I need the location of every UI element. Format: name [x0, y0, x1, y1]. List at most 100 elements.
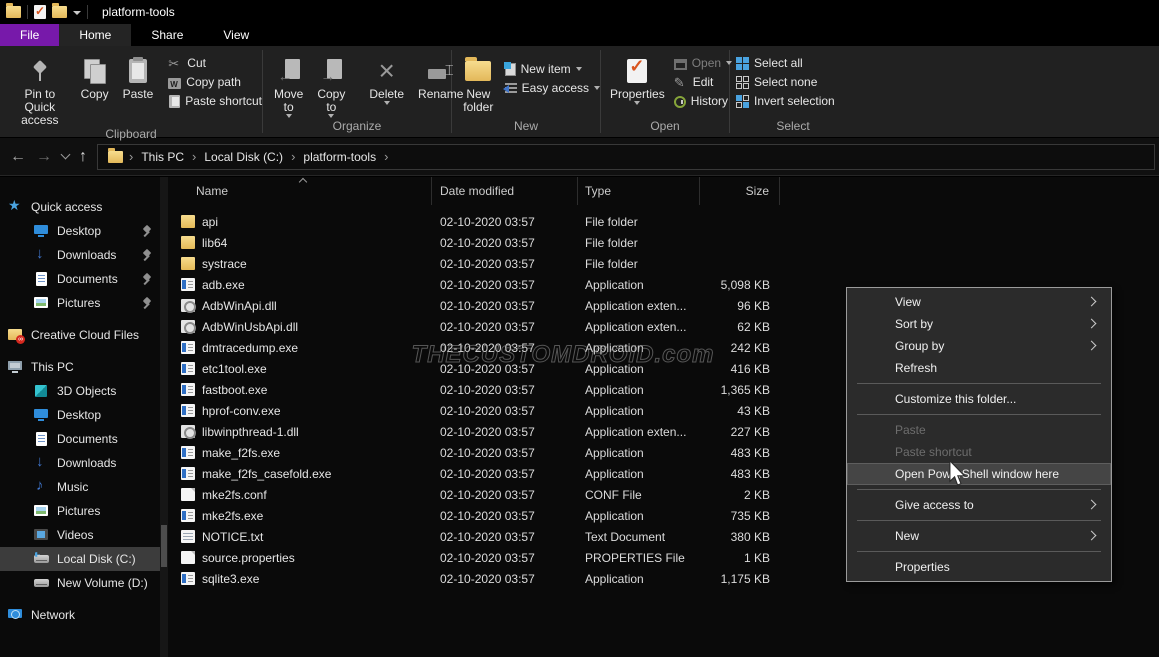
- history-button[interactable]: History: [674, 94, 732, 108]
- sidebar-item-desktop[interactable]: Desktop: [0, 219, 160, 243]
- forward-icon[interactable]: →: [36, 148, 52, 166]
- paste-button[interactable]: Paste: [118, 54, 159, 101]
- new-item-button[interactable]: New item: [505, 62, 600, 76]
- file-name: lib64: [202, 236, 227, 250]
- file-icon: [181, 551, 195, 564]
- select-none-button[interactable]: Select none: [736, 75, 835, 89]
- up-icon[interactable]: ↑: [79, 148, 87, 166]
- menu-item-new[interactable]: New: [847, 525, 1111, 547]
- mouse-cursor: [948, 460, 966, 490]
- move-to-icon: [278, 59, 300, 83]
- address-bar[interactable]: › This PC › Local Disk (C:) › platform-t…: [97, 144, 1155, 170]
- edit-icon: [674, 75, 688, 89]
- label: This PC: [31, 360, 74, 374]
- sidebar-item-downloads-pc[interactable]: Downloads: [0, 451, 160, 475]
- tab-file[interactable]: File: [0, 24, 59, 46]
- table-row[interactable]: systrace02-10-2020 03:57File folder: [168, 253, 1159, 274]
- new-folder-button[interactable]: New folder: [458, 54, 499, 114]
- menu-item-sort-by[interactable]: Sort by: [847, 313, 1111, 335]
- open-button[interactable]: Open: [674, 56, 732, 70]
- qat-dropdown-icon[interactable]: [73, 11, 81, 15]
- sidebar-item-pictures-pc[interactable]: Pictures: [0, 499, 160, 523]
- properties-button[interactable]: Properties: [605, 54, 670, 105]
- sidebar-item-quick-access[interactable]: Quick access: [0, 195, 160, 219]
- table-row[interactable]: api02-10-2020 03:57File folder: [168, 211, 1159, 232]
- column-header-size[interactable]: Size: [700, 177, 780, 205]
- sidebar-item-creative-cloud[interactable]: Creative Cloud Files: [0, 323, 160, 347]
- move-to-button[interactable]: Move to: [269, 54, 308, 118]
- menu-item-group-by[interactable]: Group by: [847, 335, 1111, 357]
- rename-icon: [428, 67, 454, 81]
- organize-group-label: Organize: [263, 119, 451, 137]
- label: Downloads: [57, 456, 116, 470]
- delete-label: Delete: [369, 88, 404, 101]
- pin-icon: [142, 226, 152, 236]
- menu-item-view[interactable]: View: [847, 291, 1111, 313]
- column-header-name[interactable]: Name: [168, 177, 432, 205]
- copy-to-button[interactable]: Copy to: [312, 54, 350, 118]
- paste-label: Paste: [123, 88, 154, 101]
- copy-to-icon: [320, 59, 342, 83]
- file-size: 483 KB: [700, 467, 780, 481]
- table-row[interactable]: lib6402-10-2020 03:57File folder: [168, 232, 1159, 253]
- easy-access-button[interactable]: Easy access: [505, 81, 600, 95]
- menu-separator: [857, 489, 1101, 490]
- tab-home[interactable]: Home: [59, 24, 131, 46]
- invert-selection-button[interactable]: Invert selection: [736, 94, 835, 108]
- column-header-type[interactable]: Type: [578, 177, 700, 205]
- sidebar-item-this-pc[interactable]: This PC: [0, 355, 160, 379]
- submenu-chevron-icon: [1087, 319, 1097, 329]
- breadcrumb-platform-tools[interactable]: platform-tools: [297, 150, 382, 164]
- delete-button[interactable]: × Delete: [364, 54, 409, 105]
- sidebar-item-local-disk-c[interactable]: Local Disk (C:): [0, 547, 160, 571]
- recent-locations-icon[interactable]: [61, 150, 71, 160]
- paste-shortcut-button[interactable]: Paste shortcut: [168, 94, 262, 108]
- sidebar-item-3d-objects[interactable]: 3D Objects: [0, 379, 160, 403]
- file-name: libwinpthread-1.dll: [202, 425, 299, 439]
- label: Desktop: [57, 224, 101, 238]
- menu-item-customize-folder[interactable]: Customize this folder...: [847, 388, 1111, 410]
- properties-qat-icon[interactable]: [34, 5, 46, 19]
- breadcrumb-local-disk[interactable]: Local Disk (C:): [198, 150, 289, 164]
- cut-button[interactable]: Cut: [168, 56, 262, 70]
- organize-group: Move to Copy to × Delete Rename: [263, 46, 451, 137]
- menu-item-refresh[interactable]: Refresh: [847, 357, 1111, 379]
- divider: [87, 5, 88, 19]
- pin-to-quick-access-button[interactable]: Pin to Quick access: [8, 54, 72, 127]
- downloads-icon: [34, 248, 49, 262]
- documents-icon: [34, 272, 49, 286]
- new-folder-qat-icon[interactable]: [52, 6, 67, 18]
- application-icon: [181, 572, 195, 585]
- copy-path-button[interactable]: Copy path: [168, 75, 262, 89]
- menu-item-open-powershell[interactable]: Open PowerShell window here: [847, 463, 1111, 485]
- text-icon: [181, 530, 195, 543]
- label: Customize this folder...: [895, 392, 1016, 406]
- sidebar-item-documents[interactable]: Documents: [0, 267, 160, 291]
- sidebar-item-documents-pc[interactable]: Documents: [0, 427, 160, 451]
- sidebar-item-pictures[interactable]: Pictures: [0, 291, 160, 315]
- tab-share[interactable]: Share: [131, 24, 203, 46]
- open-icon: [674, 59, 687, 70]
- sidebar-item-videos[interactable]: Videos: [0, 523, 160, 547]
- sidebar-item-desktop-pc[interactable]: Desktop: [0, 403, 160, 427]
- file-size: 735 KB: [700, 509, 780, 523]
- file-name: NOTICE.txt: [202, 530, 263, 544]
- back-icon[interactable]: ←: [10, 148, 26, 166]
- sidebar-item-network[interactable]: Network: [0, 603, 160, 627]
- label: Downloads: [57, 248, 116, 262]
- navigation-bar: ← → ↑ › This PC › Local Disk (C:) › plat…: [0, 138, 1159, 176]
- menu-separator: [857, 551, 1101, 552]
- select-all-button[interactable]: Select all: [736, 56, 835, 70]
- sidebar-item-music[interactable]: Music: [0, 475, 160, 499]
- breadcrumb-this-pc[interactable]: This PC: [135, 150, 190, 164]
- computer-icon: [8, 360, 23, 374]
- menu-item-properties[interactable]: Properties: [847, 556, 1111, 578]
- column-header-date-modified[interactable]: Date modified: [432, 177, 578, 205]
- menu-item-give-access-to[interactable]: Give access to: [847, 494, 1111, 516]
- sidebar-item-downloads[interactable]: Downloads: [0, 243, 160, 267]
- sidebar-item-new-volume-d[interactable]: New Volume (D:): [0, 571, 160, 595]
- edit-button[interactable]: Edit: [674, 75, 732, 89]
- file-date: 02-10-2020 03:57: [432, 551, 578, 565]
- tab-view[interactable]: View: [203, 24, 269, 46]
- copy-button[interactable]: Copy: [76, 54, 114, 101]
